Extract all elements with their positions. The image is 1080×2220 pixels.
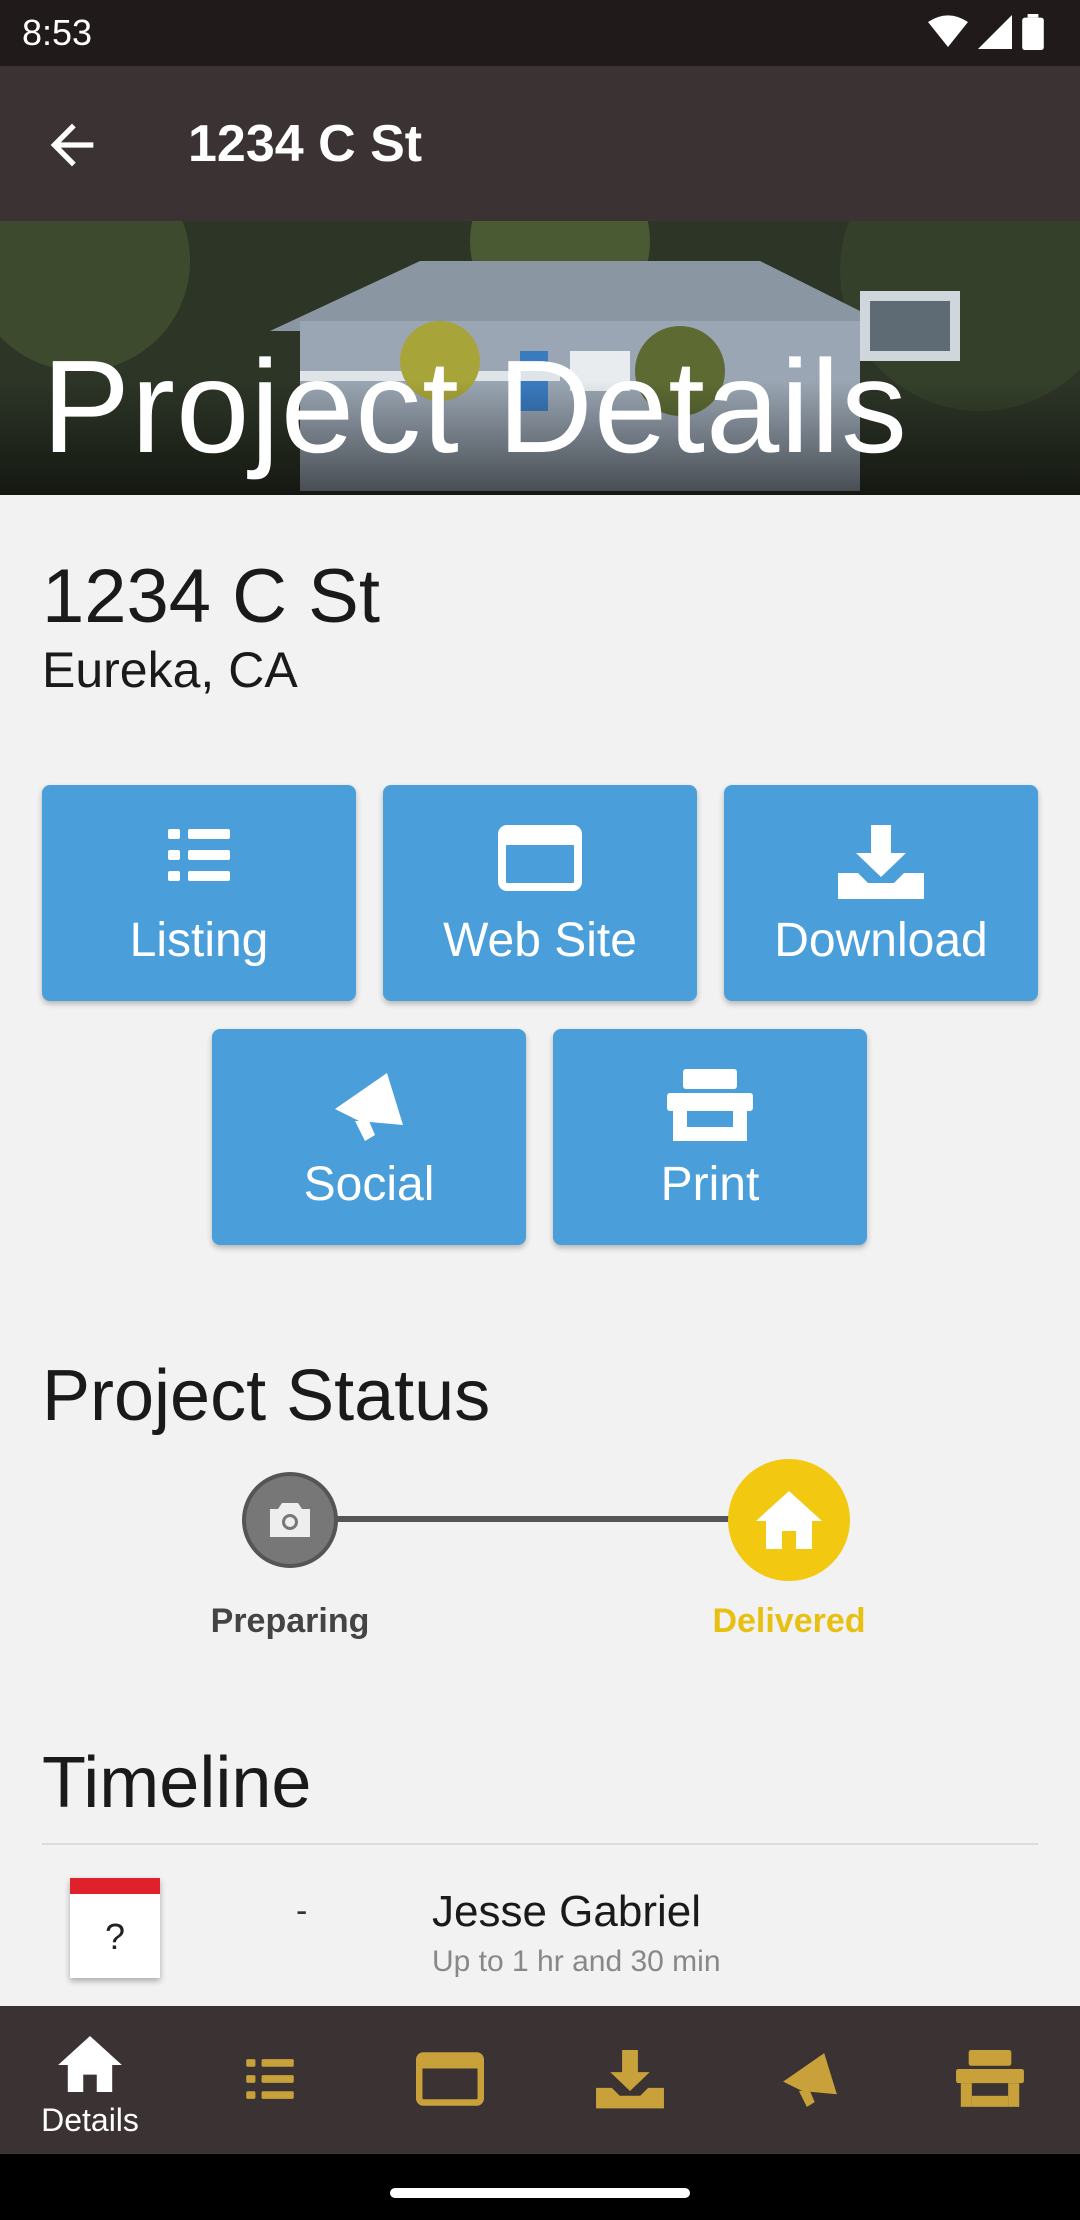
megaphone-icon — [335, 1073, 403, 1141]
property-city: Eureka, CA — [42, 642, 298, 698]
browser-window-icon — [498, 825, 582, 891]
listing-button-label: Listing — [129, 914, 269, 967]
print-button-label: Print — [660, 1158, 760, 1211]
timeline-detail: Up to 1 hr and 30 min — [432, 1945, 721, 1978]
social-button[interactable]: Social — [212, 1029, 526, 1245]
status-time: 8:53 — [22, 12, 93, 53]
status-icons — [928, 14, 1044, 50]
app-bar: 1234 C St — [0, 66, 1080, 221]
signal-icon — [978, 15, 1012, 49]
nav-web-site[interactable] — [360, 2006, 540, 2154]
timeline-divider — [42, 1843, 1038, 1845]
hero-title: Project Details — [42, 333, 908, 480]
nav-listing[interactable] — [180, 2006, 360, 2154]
nav-details-label: Details — [41, 2102, 139, 2138]
timeline-name: Jesse Gabriel — [432, 1887, 702, 1936]
nav-details[interactable]: Details — [0, 2006, 180, 2154]
download-button[interactable]: Download — [724, 785, 1038, 1001]
megaphone-icon — [783, 2053, 837, 2107]
printer-icon — [956, 2050, 1024, 2107]
system-gesture-area — [0, 2154, 1080, 2220]
list-icon — [246, 2059, 294, 2099]
list-icon — [168, 829, 230, 881]
calendar-icon: ? — [70, 1878, 160, 1978]
listing-button[interactable]: Listing — [42, 785, 356, 1001]
status-bar: 8:53 — [0, 0, 1080, 66]
printer-icon — [667, 1069, 753, 1141]
step-delivered-label: Delivered — [712, 1602, 866, 1640]
timeline-time: - — [296, 1892, 308, 1930]
property-address: 1234 C St — [42, 554, 380, 639]
download-icon — [838, 825, 924, 899]
home-gesture-handle[interactable] — [390, 2188, 690, 2198]
step-preparing — [242, 1472, 338, 1568]
app-title: 1234 C St — [188, 115, 423, 173]
web-site-button[interactable]: Web Site — [383, 785, 697, 1001]
download-icon — [596, 2050, 664, 2109]
back-arrow-icon[interactable] — [40, 113, 104, 177]
social-button-label: Social — [303, 1158, 435, 1211]
battery-icon — [1022, 14, 1044, 50]
home-icon — [58, 2036, 122, 2092]
step-delivered — [728, 1459, 850, 1581]
bottom-navigation: Details — [0, 2006, 1080, 2154]
timeline-title: Timeline — [42, 1743, 312, 1823]
calendar-date: ? — [104, 1916, 126, 1957]
status-progress-line — [290, 1516, 790, 1522]
download-button-label: Download — [774, 914, 988, 967]
calendar-header — [70, 1878, 160, 1894]
nav-download[interactable] — [540, 2006, 720, 2154]
project-status-title: Project Status — [42, 1356, 491, 1436]
step-preparing-label: Preparing — [210, 1602, 370, 1640]
camera-icon — [270, 1503, 310, 1537]
browser-window-icon — [416, 2052, 484, 2106]
nav-social[interactable] — [720, 2006, 900, 2154]
web-site-button-label: Web Site — [443, 914, 637, 967]
print-button[interactable]: Print — [553, 1029, 867, 1245]
home-icon — [756, 1491, 822, 1549]
nav-print[interactable] — [900, 2006, 1080, 2154]
hero-banner: Project Details — [0, 221, 1080, 495]
wifi-icon — [928, 15, 968, 48]
